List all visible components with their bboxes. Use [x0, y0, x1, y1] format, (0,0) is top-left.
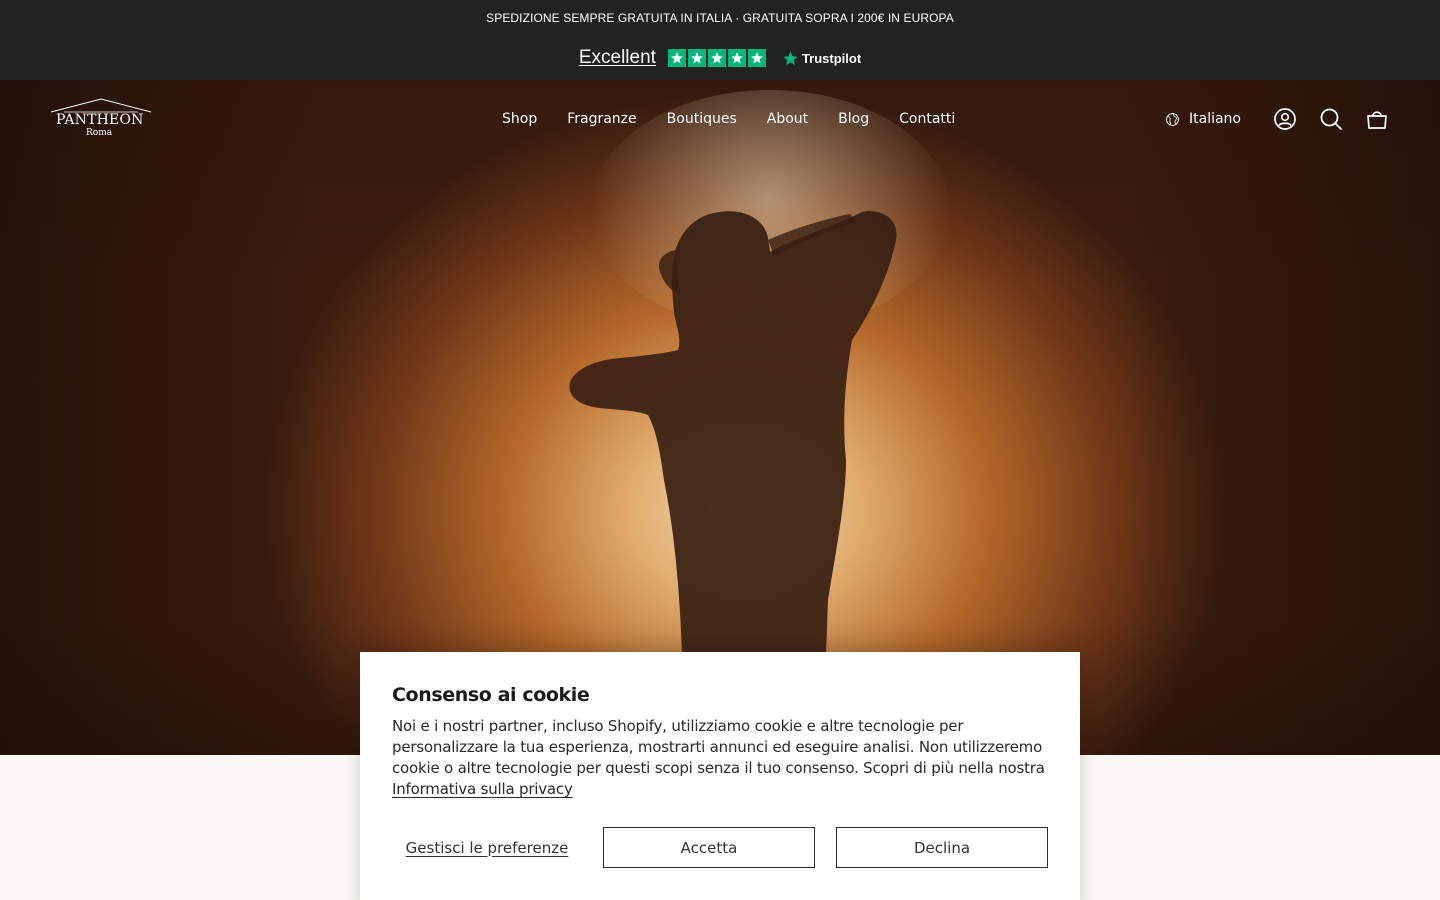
- announcement-bar: SPEDIZIONE SEMPRE GRATUITA IN ITALIA · G…: [0, 0, 1440, 36]
- manage-preferences-link[interactable]: Gestisci le preferenze: [392, 839, 582, 857]
- decline-button[interactable]: Declina: [836, 827, 1048, 868]
- pantheon-logo[interactable]: PANTHEON Roma: [50, 98, 152, 142]
- star-icon: [747, 49, 766, 67]
- nav-item-fragranze[interactable]: Fragranze: [552, 111, 651, 127]
- account-icon: [1274, 108, 1296, 130]
- nav-item-boutiques[interactable]: Boutiques: [652, 111, 752, 127]
- cookie-body-text: Noi e i nostri partner, incluso Shopify,…: [392, 717, 1045, 777]
- trustpilot-rating-label[interactable]: Excellent: [579, 47, 656, 69]
- main-nav: Shop Fragranze Boutiques About Blog Cont…: [487, 80, 970, 158]
- search-button[interactable]: [1308, 96, 1354, 142]
- cart-button[interactable]: [1354, 96, 1400, 142]
- globe-icon: [1166, 112, 1179, 126]
- account-button[interactable]: [1262, 96, 1308, 142]
- cart-icon: [1367, 111, 1387, 129]
- nav-item-shop[interactable]: Shop: [487, 111, 552, 127]
- trustpilot-logo: Trustpilot: [782, 50, 861, 67]
- announcement-text: SPEDIZIONE SEMPRE GRATUITA IN ITALIA · G…: [486, 11, 954, 25]
- accept-button[interactable]: Accetta: [603, 827, 815, 868]
- trustpilot-brand-text: Trustpilot: [801, 50, 862, 66]
- language-label: Italiano: [1189, 111, 1241, 127]
- privacy-policy-link[interactable]: Informativa sulla privacy: [392, 780, 573, 798]
- logo-name: PANTHEON: [56, 112, 144, 128]
- cookie-actions: Gestisci le preferenze Accetta Declina: [392, 827, 1048, 868]
- star-icon: [727, 49, 746, 67]
- cookie-body: Noi e i nostri partner, incluso Shopify,…: [392, 716, 1048, 800]
- trustpilot-widget[interactable]: Excellent Trustpilot: [0, 36, 1440, 80]
- star-icon: [667, 49, 686, 67]
- cookie-consent-dialog: Consenso ai cookie Noi e i nostri partne…: [360, 652, 1080, 900]
- nav-item-contatti[interactable]: Contatti: [884, 111, 970, 127]
- search-icon: [1320, 108, 1342, 130]
- nav-item-about[interactable]: About: [752, 111, 823, 127]
- site-header: PANTHEON Roma Shop Fragranze Boutiques A…: [0, 80, 1440, 158]
- header-actions: Italiano: [1165, 80, 1400, 158]
- cookie-title: Consenso ai cookie: [392, 684, 590, 706]
- logo-city: Roma: [86, 128, 113, 138]
- nav-item-blog[interactable]: Blog: [823, 111, 884, 127]
- trustpilot-stars: [667, 49, 766, 67]
- language-selector[interactable]: Italiano: [1165, 111, 1241, 127]
- trustpilot-star-icon: [783, 50, 798, 65]
- star-icon: [707, 49, 726, 67]
- star-icon: [687, 49, 706, 67]
